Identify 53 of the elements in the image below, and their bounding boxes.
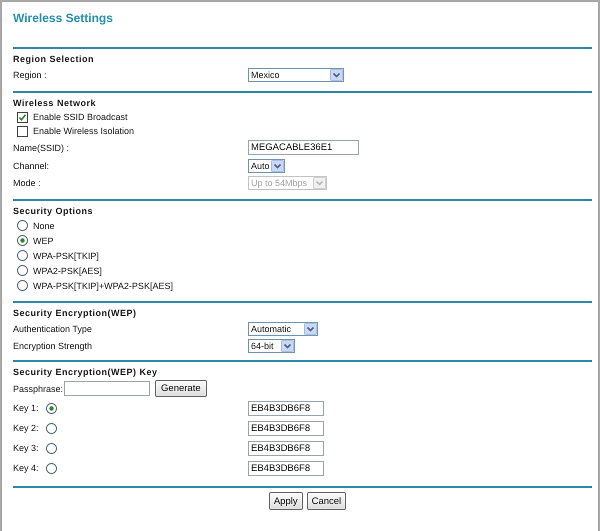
- input-field[interactable]: EB4B3DB6F8: [248, 440, 324, 456]
- field-label: Region :: [13, 70, 47, 80]
- radio-button[interactable]: [46, 402, 57, 414]
- dropdown[interactable]: Auto: [248, 158, 285, 172]
- cancel-button[interactable]: Cancel: [306, 492, 346, 510]
- checkbox-label: Enable Wireless Isolation: [33, 126, 134, 136]
- chevron-down-icon: [271, 160, 284, 172]
- input-field[interactable]: [64, 381, 150, 396]
- generate-button[interactable]: Generate: [155, 380, 207, 397]
- field-label: Passphrase:: [13, 384, 64, 394]
- chevron-down-icon: [330, 68, 343, 80]
- page-title: Wireless Settings: [13, 11, 113, 27]
- chevron-down-icon: [304, 322, 317, 334]
- section-heading: Security Encryption(WEP) Key: [13, 366, 158, 379]
- field-label: Mode :: [13, 178, 41, 188]
- field-label: Key 3:: [13, 443, 40, 453]
- chevron-down-icon: [313, 176, 326, 188]
- radio-button[interactable]: [46, 442, 57, 454]
- radio-button[interactable]: [17, 220, 28, 231]
- dropdown[interactable]: Automatic: [248, 322, 318, 336]
- field-label: Key 2:: [13, 423, 40, 433]
- dropdown[interactable]: 64-bit: [248, 338, 295, 352]
- field-label: Encryption Strength: [13, 340, 92, 350]
- radio-label: None: [33, 220, 55, 230]
- radio-label: WPA-PSK[TKIP]+WPA2-PSK[AES]: [33, 280, 173, 290]
- radio-button[interactable]: [46, 422, 57, 434]
- section-heading: Wireless Network: [13, 97, 96, 110]
- field-label: Channel:: [13, 160, 50, 170]
- apply-button[interactable]: Apply: [268, 492, 303, 510]
- dropdown[interactable]: Mexico: [248, 68, 344, 82]
- field-label: Key 1:: [13, 403, 40, 413]
- radio-button[interactable]: [17, 280, 28, 291]
- radio-label: WPA-PSK[TKIP]: [33, 250, 99, 260]
- section-heading: Region Selection: [13, 53, 94, 66]
- radio-button[interactable]: [17, 235, 28, 246]
- field-label: Key 4:: [13, 463, 40, 473]
- checkbox[interactable]: [17, 126, 28, 136]
- section-heading: Security Options: [13, 205, 94, 218]
- radio-button[interactable]: [17, 265, 28, 276]
- field-label: Name(SSID) :: [13, 142, 70, 152]
- radio-button[interactable]: [46, 462, 57, 474]
- input-field[interactable]: EB4B3DB6F8: [248, 460, 324, 476]
- radio-button[interactable]: [17, 250, 28, 261]
- field-label: Authentication Type: [13, 324, 92, 334]
- radio-label: WEP: [33, 236, 54, 246]
- input-field[interactable]: EB4B3DB6F8: [248, 400, 324, 416]
- input-field[interactable]: EB4B3DB6F8: [248, 420, 324, 436]
- section-heading: Security Encryption(WEP): [13, 307, 137, 320]
- chevron-down-icon: [281, 340, 294, 352]
- checkbox[interactable]: [17, 112, 28, 122]
- radio-label: WPA2-PSK[AES]: [33, 266, 102, 276]
- input-field[interactable]: MEGACABLE36E1: [248, 140, 359, 155]
- checkbox-label: Enable SSID Broadcast: [33, 112, 128, 122]
